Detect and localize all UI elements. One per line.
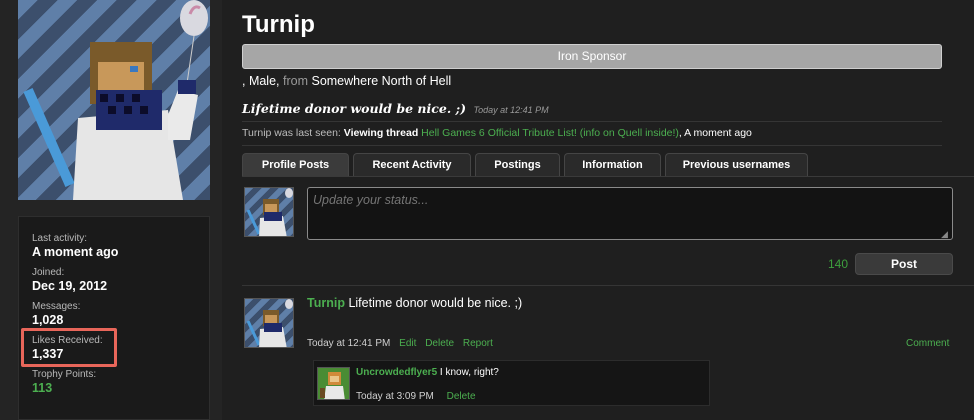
gender-text: , Male, (242, 74, 280, 88)
profile-avatar[interactable] (18, 0, 210, 200)
tab-recent-activity[interactable]: Recent Activity (353, 153, 471, 176)
tab-information[interactable]: Information (564, 153, 661, 176)
resize-grip-icon[interactable]: ◢ (941, 229, 951, 239)
profile-username: Turnip (242, 11, 315, 38)
stat-value-joined: Dec 19, 2012 (32, 279, 108, 293)
post-author-link[interactable]: Turnip (307, 296, 345, 310)
comment-author-link[interactable]: Uncrowdedflyer5 (356, 367, 437, 378)
comment-text: I know, right? (439, 367, 499, 378)
divider (242, 285, 974, 286)
comment-meta: Today at 3:09 PM Delete (356, 391, 476, 402)
profile-info-line: , Male, from Somewhere North of Hell (242, 74, 451, 88)
last-seen-thread-link[interactable]: Hell Games 6 Official Tribute List! (inf… (421, 127, 679, 139)
stat-label-joined: Joined: (32, 267, 65, 278)
comment-time[interactable]: Today at 3:09 PM (356, 391, 434, 402)
location-text: Somewhere North of Hell (311, 74, 452, 88)
post-meta: Today at 12:41 PM Edit Delete Report (307, 338, 493, 349)
status-text: Lifetime donor would be nice. ;) (242, 101, 467, 116)
user-title-banner: Iron Sponsor (242, 44, 942, 69)
last-seen-prefix: Turnip was last seen: (242, 127, 341, 139)
profile-post-message: Turnip Lifetime donor would be nice. ;) (307, 296, 522, 310)
last-seen-action: Viewing thread (343, 127, 419, 139)
stat-value-last-activity: A moment ago (32, 245, 119, 259)
stat-label-messages: Messages: (32, 301, 81, 312)
divider (242, 121, 942, 122)
profile-main: Turnip Iron Sponsor , Male, from Somewhe… (222, 0, 974, 420)
stat-label-trophy-points: Trophy Points: (32, 369, 97, 380)
stat-value-trophy-points[interactable]: 113 (32, 381, 209, 396)
divider (242, 145, 942, 146)
avatar-image (23, 0, 208, 200)
avatar-thumb-image (246, 188, 293, 236)
post-report-link[interactable]: Report (463, 338, 493, 349)
status-update-input[interactable] (307, 187, 953, 240)
post-comment-link[interactable]: Comment (906, 338, 949, 349)
post-button[interactable]: Post (855, 253, 953, 275)
my-avatar-small[interactable] (244, 187, 294, 237)
post-author-avatar[interactable] (244, 298, 294, 348)
post-delete-link[interactable]: Delete (425, 338, 454, 349)
stat-value-messages[interactable]: 1,028 (32, 313, 209, 328)
post-edit-link[interactable]: Edit (399, 338, 416, 349)
avatar-thumb-image (246, 299, 293, 347)
post-time[interactable]: Today at 12:41 PM (307, 338, 390, 349)
comment-item: Uncrowdedflyer5 I know, right? Today at … (313, 360, 710, 406)
profile-tabs: Profile Posts Recent Activity Postings I… (242, 153, 812, 176)
from-label: from (283, 74, 308, 88)
avatar-thumb-image (318, 368, 349, 399)
tab-postings[interactable]: Postings (475, 153, 560, 176)
post-text: Lifetime donor would be nice. ;) (348, 296, 523, 310)
tab-previous-usernames[interactable]: Previous usernames (665, 153, 808, 176)
likes-highlight-box (21, 328, 117, 367)
stat-label-last-activity: Last activity: (32, 233, 88, 244)
profile-stats: Last activity: A moment ago Joined: Dec … (18, 216, 210, 420)
status-time: Today at 12:41 PM (473, 105, 549, 115)
last-seen-when: , A moment ago (678, 127, 752, 139)
comment-delete-link[interactable]: Delete (447, 391, 476, 402)
last-seen-line: Turnip was last seen: Viewing thread Hel… (242, 127, 752, 139)
tab-profile-posts[interactable]: Profile Posts (242, 153, 349, 176)
character-counter: 140 (828, 257, 849, 271)
tabs-underline (242, 176, 974, 177)
comment-body: Uncrowdedflyer5 I know, right? (356, 367, 499, 378)
comment-author-avatar[interactable] (317, 367, 350, 400)
current-status: Lifetime donor would be nice. ;) Today a… (242, 101, 549, 116)
profile-sidebar: Last activity: A moment ago Joined: Dec … (0, 0, 222, 420)
